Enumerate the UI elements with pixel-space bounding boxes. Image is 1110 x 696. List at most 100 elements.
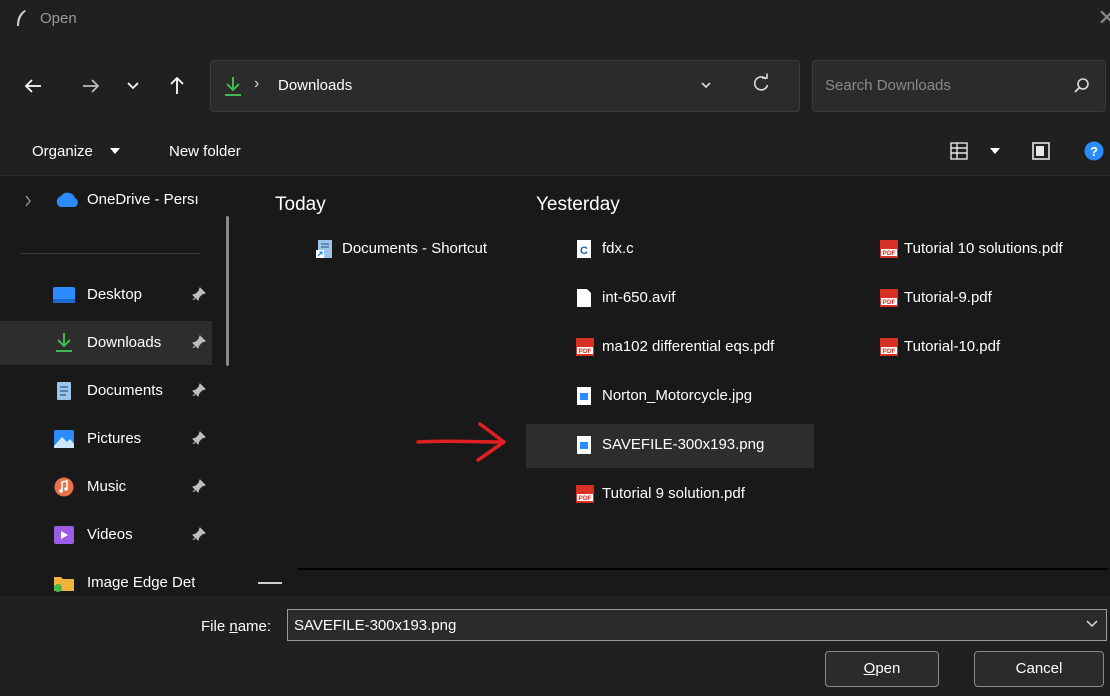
file-item-tutorial-9-solution[interactable]: PDF Tutorial 9 solution.pdf xyxy=(576,473,796,517)
pin-icon[interactable] xyxy=(192,527,206,545)
new-folder-button[interactable]: New folder xyxy=(169,143,241,160)
file-name-bar: File name: SAVEFILE-300x193.png Open Can… xyxy=(0,596,1110,696)
download-icon xyxy=(56,333,72,352)
file-item-norton-motorcycle[interactable]: Norton_Motorcycle.jpg xyxy=(576,375,816,419)
sidebar-item-label: OneDrive - Persı xyxy=(87,191,199,208)
file-item-savefile-png[interactable]: SAVEFILE-300x193.png xyxy=(526,424,814,468)
feather-icon xyxy=(17,10,26,26)
svg-text:PDF: PDF xyxy=(579,348,592,355)
file-icon xyxy=(577,289,591,307)
chevron-down-icon[interactable] xyxy=(1086,620,1098,628)
file-item-int-650[interactable]: int-650.avif xyxy=(576,277,776,321)
pdf-icon: PDF xyxy=(576,485,594,503)
sidebar-item-label: Documents xyxy=(87,382,163,399)
image-icon xyxy=(577,387,591,405)
pin-icon[interactable] xyxy=(192,287,206,305)
svg-text:PDF: PDF xyxy=(883,348,896,355)
file-list: Today Yesterday Documents - Shortcut C f… xyxy=(240,176,1110,596)
file-name: Tutorial-9.pdf xyxy=(904,289,992,306)
sidebar-item-music[interactable]: Music xyxy=(0,465,212,509)
pictures-icon xyxy=(54,430,74,448)
search-placeholder: Search Downloads xyxy=(825,77,951,94)
videos-icon xyxy=(54,526,74,544)
chevron-down-icon[interactable] xyxy=(699,75,713,95)
svg-text:PDF: PDF xyxy=(883,250,896,257)
sidebar-item-desktop[interactable]: Desktop xyxy=(0,273,212,317)
sidebar-item-label: Pictures xyxy=(87,430,142,447)
desktop-icon xyxy=(53,287,75,303)
file-name: Tutorial 10 solutions.pdf xyxy=(904,240,1063,257)
file-name: ma102 differential eqs.pdf xyxy=(602,338,775,355)
scroll-track xyxy=(298,568,1108,570)
forward-arrow-icon[interactable] xyxy=(78,73,104,99)
sidebar-item-label: Music xyxy=(87,478,127,495)
navigation-bar: › Downloads Search Downloads xyxy=(0,40,1110,126)
file-name: int-650.avif xyxy=(602,289,676,306)
svg-text:C: C xyxy=(580,245,588,257)
file-item-tutorial-10-solutions[interactable]: PDF Tutorial 10 solutions.pdf xyxy=(880,228,1110,272)
folder-icon xyxy=(54,577,74,592)
back-arrow-icon[interactable] xyxy=(20,73,46,99)
pin-icon[interactable] xyxy=(192,479,206,497)
group-header-yesterday: Yesterday xyxy=(536,194,620,215)
file-name: Documents - Shortcut xyxy=(342,240,488,257)
view-details-icon[interactable] xyxy=(950,142,968,160)
search-input[interactable]: Search Downloads xyxy=(812,60,1106,112)
search-icon[interactable] xyxy=(1073,77,1091,95)
sidebar-item-documents[interactable]: Documents xyxy=(0,369,212,413)
window-title: Open xyxy=(40,10,77,27)
horizontal-scrollbar[interactable] xyxy=(258,582,282,584)
title-bar: Open ✕ xyxy=(0,0,1110,40)
help-icon[interactable]: ? xyxy=(1084,141,1104,161)
navigation-pane: OneDrive - Persı Desktop Downloads Docum… xyxy=(0,176,240,596)
file-name: Tutorial 9 solution.pdf xyxy=(602,485,745,502)
address-bar[interactable]: › Downloads xyxy=(210,60,800,112)
download-icon xyxy=(225,77,241,96)
pdf-icon: PDF xyxy=(880,338,898,356)
file-item-documents-shortcut[interactable]: Documents - Shortcut xyxy=(316,228,526,272)
preview-pane-icon[interactable] xyxy=(1032,142,1050,160)
pin-icon[interactable] xyxy=(192,383,206,401)
file-name: Norton_Motorcycle.jpg xyxy=(602,387,753,404)
sidebar-scrollbar[interactable] xyxy=(226,216,229,366)
open-button[interactable]: Open xyxy=(825,651,939,687)
image-icon xyxy=(577,436,591,454)
file-name-input[interactable]: SAVEFILE-300x193.png xyxy=(287,609,1107,641)
close-icon[interactable]: ✕ xyxy=(1098,6,1110,30)
documents-icon xyxy=(57,382,71,400)
refresh-icon[interactable] xyxy=(751,73,771,95)
file-item-tutorial-9[interactable]: PDF Tutorial-9.pdf xyxy=(880,277,1060,321)
sidebar-item-videos[interactable]: Videos xyxy=(0,513,212,557)
caret-down-icon[interactable] xyxy=(990,148,1000,154)
sidebar-item-label: Videos xyxy=(87,526,133,543)
red-arrow-annotation xyxy=(416,422,506,462)
sidebar-item-pictures[interactable]: Pictures xyxy=(0,417,212,461)
file-item-ma102[interactable]: PDF ma102 differential eqs.pdf xyxy=(576,326,826,370)
breadcrumb-downloads[interactable]: Downloads xyxy=(278,77,352,94)
sidebar-item-label: Desktop xyxy=(87,286,143,303)
file-name-value: SAVEFILE-300x193.png xyxy=(294,617,457,634)
recent-locations-chevron-icon[interactable] xyxy=(120,73,146,99)
sidebar-item-downloads[interactable]: Downloads xyxy=(0,321,212,365)
svg-text:PDF: PDF xyxy=(579,495,592,502)
file-name: SAVEFILE-300x193.png xyxy=(602,436,765,453)
svg-text:PDF: PDF xyxy=(883,299,896,306)
group-header-today: Today xyxy=(275,194,326,215)
file-item-tutorial-10[interactable]: PDF Tutorial-10.pdf xyxy=(880,326,1060,370)
shortcut-icon xyxy=(316,240,332,258)
organize-menu[interactable]: Organize xyxy=(32,143,93,160)
file-item-fdx-c[interactable]: C fdx.c xyxy=(576,228,776,272)
up-arrow-icon[interactable] xyxy=(164,73,190,99)
cancel-button[interactable]: Cancel xyxy=(974,651,1104,687)
pdf-icon: PDF xyxy=(880,289,898,307)
sidebar-item-onedrive[interactable]: OneDrive - Persı xyxy=(0,178,212,222)
pin-icon[interactable] xyxy=(192,335,206,353)
c-file-icon: C xyxy=(577,240,591,258)
svg-text:?: ? xyxy=(1090,144,1098,159)
chevron-right-icon[interactable] xyxy=(24,195,32,207)
pin-icon[interactable] xyxy=(192,431,206,449)
sidebar-item-label: Downloads xyxy=(87,334,162,351)
caret-down-icon[interactable] xyxy=(110,148,120,154)
file-name: Tutorial-10.pdf xyxy=(904,338,1001,355)
file-name: fdx.c xyxy=(602,240,634,257)
